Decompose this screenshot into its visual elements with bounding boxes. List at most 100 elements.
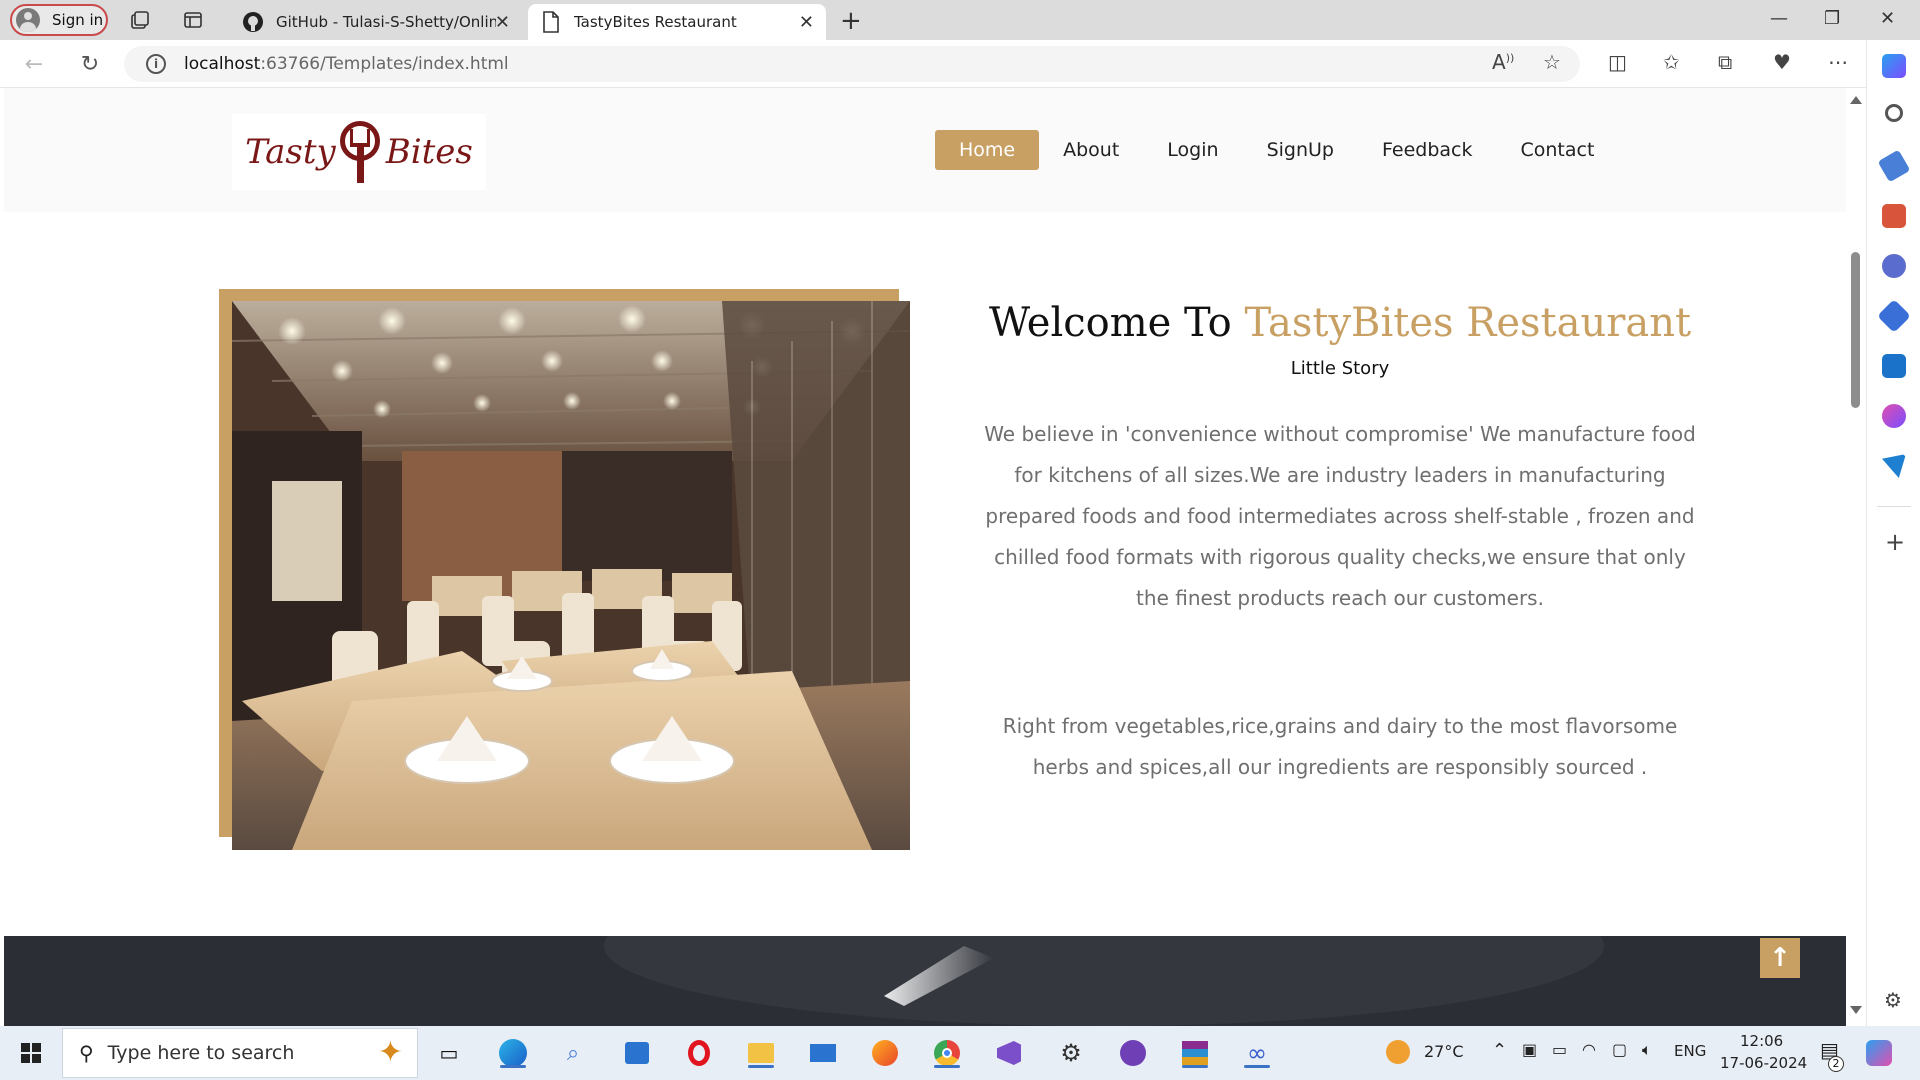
- tools-icon[interactable]: [1882, 204, 1906, 228]
- url-bar[interactable]: i localhost:63766/Templates/index.html: [124, 46, 1580, 82]
- para-line: We believe in 'convenience without compr…: [984, 422, 1696, 446]
- search-icon: ⚲: [79, 1041, 94, 1065]
- nav-feedback[interactable]: Feedback: [1358, 130, 1496, 170]
- nav-contact[interactable]: Contact: [1496, 130, 1618, 170]
- microsoft365-icon[interactable]: [1877, 299, 1911, 333]
- opera-icon[interactable]: [682, 1036, 716, 1070]
- web-page: Tasty Bites Home About Login SignUp Feed…: [4, 88, 1846, 1026]
- favorite-star-icon[interactable]: ☆: [1543, 50, 1561, 74]
- info-icon[interactable]: i: [146, 54, 166, 74]
- taskbar-search[interactable]: ⚲ Type here to search ✦: [62, 1028, 418, 1078]
- page-scrollbar[interactable]: [1846, 88, 1866, 1026]
- nav-home[interactable]: Home: [935, 130, 1040, 170]
- store-icon[interactable]: [620, 1036, 654, 1070]
- weather-temp[interactable]: 27°C: [1424, 1042, 1464, 1061]
- close-tab-icon[interactable]: ✕: [495, 12, 510, 33]
- clock-time[interactable]: 12:06: [1740, 1032, 1783, 1050]
- page-icon: [540, 11, 562, 33]
- shopping-tag-icon[interactable]: [1877, 149, 1911, 183]
- back-icon[interactable]: ←: [20, 50, 48, 78]
- main-nav: Home About Login SignUp Feedback Contact: [935, 130, 1618, 170]
- favorites-icon[interactable]: ✩: [1663, 50, 1680, 74]
- visual-studio-icon[interactable]: [992, 1036, 1026, 1070]
- story-paragraph-1: We believe in 'convenience without compr…: [940, 414, 1740, 619]
- language-indicator[interactable]: ENG: [1674, 1042, 1706, 1060]
- para-line: for kitchens of all sizes.We are industr…: [1014, 463, 1666, 487]
- nav-signup[interactable]: SignUp: [1243, 130, 1358, 170]
- welcome-accent: TastyBites Restaurant: [1244, 300, 1692, 346]
- copilot-taskbar-icon[interactable]: [1866, 1040, 1892, 1066]
- minimize-icon[interactable]: —: [1770, 8, 1788, 29]
- logo-text-right: Bites: [385, 132, 473, 172]
- avatar-icon: [16, 8, 40, 32]
- games-icon[interactable]: [1882, 254, 1906, 278]
- browser-essentials-icon[interactable]: ♥: [1773, 50, 1791, 74]
- site-logo[interactable]: Tasty Bites: [232, 114, 486, 190]
- sign-in-label: Sign in: [52, 11, 104, 29]
- outlook-icon[interactable]: [1882, 354, 1906, 378]
- welcome-prefix: Welcome To: [988, 300, 1232, 346]
- back-to-top-button[interactable]: ↑: [1760, 938, 1800, 978]
- task-view-icon[interactable]: ▭: [432, 1036, 466, 1070]
- clock-date[interactable]: 17-06-2024: [1720, 1054, 1807, 1072]
- new-tab-button[interactable]: +: [840, 6, 862, 36]
- chrome-icon[interactable]: [930, 1036, 964, 1070]
- para-line: chilled food formats with rigorous quali…: [994, 545, 1686, 569]
- mail-icon[interactable]: [806, 1036, 840, 1070]
- send-icon[interactable]: [1882, 454, 1906, 478]
- tab-tastybites[interactable]: TastyBites Restaurant ✕: [528, 4, 826, 40]
- read-aloud-icon[interactable]: A)): [1492, 50, 1514, 74]
- file-explorer-icon[interactable]: [744, 1036, 778, 1070]
- scroll-down-arrow[interactable]: [1850, 1006, 1862, 1014]
- sign-in-button[interactable]: Sign in: [10, 4, 108, 36]
- firefox-icon[interactable]: [868, 1036, 902, 1070]
- restore-icon[interactable]: ❐: [1824, 8, 1840, 29]
- github-desktop-icon[interactable]: [1116, 1036, 1150, 1070]
- workspaces-icon[interactable]: [128, 8, 152, 32]
- designer-icon[interactable]: [1882, 404, 1906, 428]
- settings-icon[interactable]: ⚙: [1054, 1036, 1088, 1070]
- refresh-icon[interactable]: ↻: [76, 50, 104, 78]
- copilot-icon[interactable]: [1882, 54, 1906, 78]
- address-toolbar: ← ↻ i localhost:63766/Templates/index.ht…: [0, 40, 1920, 88]
- sidebar-divider: [1877, 506, 1911, 507]
- windows-start-icon[interactable]: [14, 1036, 48, 1070]
- infinity-app-icon[interactable]: ∞: [1240, 1036, 1274, 1070]
- network-tray-icon[interactable]: ▣: [1522, 1040, 1537, 1059]
- github-icon: [242, 11, 264, 33]
- more-menu-icon[interactable]: ⋯: [1828, 50, 1848, 74]
- edge-taskbar-icon[interactable]: [496, 1036, 530, 1070]
- winrar-icon[interactable]: [1178, 1036, 1212, 1070]
- scrollbar-thumb[interactable]: [1851, 252, 1860, 408]
- logo-text-left: Tasty: [245, 132, 336, 172]
- chevron-up-icon[interactable]: ⌃: [1492, 1040, 1507, 1061]
- nav-login[interactable]: Login: [1143, 130, 1242, 170]
- close-window-icon[interactable]: ✕: [1880, 8, 1895, 29]
- volume-icon[interactable]: 🔈︎: [1642, 1040, 1652, 1060]
- split-screen-icon[interactable]: ◫: [1608, 50, 1627, 74]
- nav-about[interactable]: About: [1039, 130, 1143, 170]
- settings-gear-icon[interactable]: ⚙: [1884, 988, 1902, 1012]
- tab-title: TastyBites Restaurant: [574, 13, 737, 31]
- close-tab-icon[interactable]: ✕: [799, 12, 814, 33]
- butterfly-icon: ✦: [377, 1035, 403, 1070]
- wifi-icon[interactable]: ◠: [1582, 1040, 1596, 1059]
- search-icon[interactable]: [1885, 104, 1903, 122]
- tab-actions-icon[interactable]: [181, 8, 205, 32]
- collections-icon[interactable]: ⧉: [1718, 50, 1732, 74]
- meet-icon[interactable]: ▢: [1612, 1040, 1627, 1059]
- search-app-icon[interactable]: ⌕: [556, 1036, 590, 1070]
- little-story-subtitle: Little Story: [1290, 358, 1390, 379]
- welcome-heading: Welcome To TastyBites Restaurant: [950, 300, 1730, 346]
- weather-icon[interactable]: [1386, 1040, 1410, 1064]
- notification-count: 2: [1828, 1056, 1844, 1072]
- add-icon[interactable]: +: [1885, 528, 1905, 556]
- site-header: Tasty Bites Home About Login SignUp Feed…: [4, 88, 1846, 212]
- tab-github[interactable]: GitHub - Tulasi-S-Shetty/Online- ✕: [232, 4, 522, 40]
- scroll-up-arrow[interactable]: [1850, 96, 1862, 104]
- windows-taskbar: ⚲ Type here to search ✦ ▭ ⌕ ⚙ ∞ 27°C ⌃ ▣…: [0, 1026, 1920, 1080]
- story-paragraph-2: Right from vegetables,rice,grains and da…: [940, 706, 1740, 788]
- para-line: the finest products reach our customers.: [1136, 586, 1544, 610]
- battery-icon[interactable]: ▭: [1552, 1040, 1567, 1059]
- hero-image-band: [4, 936, 1846, 1026]
